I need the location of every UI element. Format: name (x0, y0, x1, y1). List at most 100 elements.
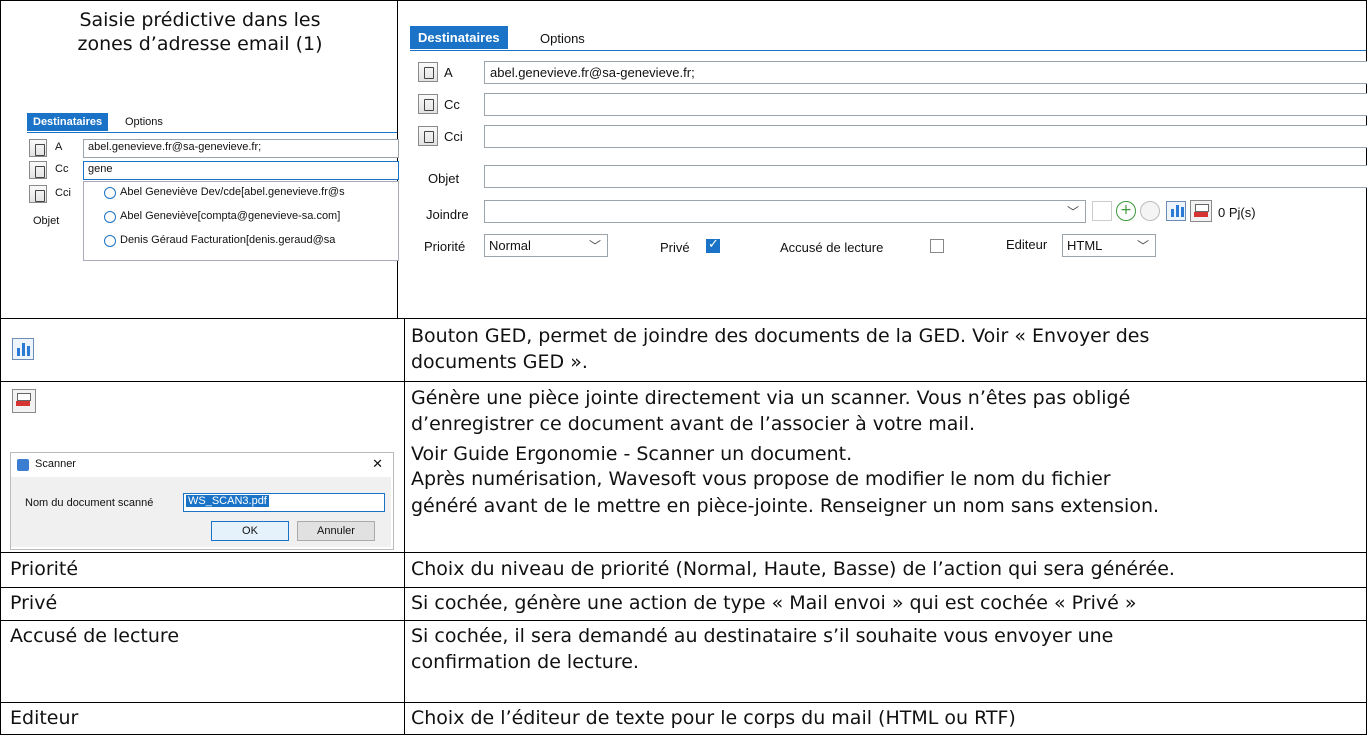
field-joindre[interactable]: ﹀ (484, 200, 1086, 223)
label-prive: Privé (660, 240, 690, 255)
suggestion-item[interactable]: Abel Geneviève Dev/cde[abel.genevieve.fr… (104, 185, 398, 203)
label-cci: Cci (444, 129, 463, 144)
ged-desc-line2: documents GED ». (411, 351, 588, 373)
tab-options-small[interactable]: Options (125, 116, 163, 128)
field-a-small-value: abel.genevieve.fr@sa-genevieve.fr; (88, 141, 262, 153)
label-cci-small: Cci (55, 187, 71, 199)
label-objet-small: Objet (33, 215, 60, 227)
ged-bar (1181, 207, 1184, 217)
checkbox-accuse[interactable] (930, 239, 944, 253)
row-desc-accuse-line2: confirmation de lecture. (411, 651, 639, 673)
row-label-accuse: Accusé de lecture (10, 625, 180, 647)
open-folder-icon[interactable] (1092, 201, 1112, 221)
dialog-field-label: Nom du document scanné (25, 497, 154, 509)
checkbox-prive[interactable] (706, 237, 720, 253)
scanner-icon[interactable] (1190, 200, 1212, 222)
scan-desc-line1: Génère une pièce jointe directement via … (411, 387, 1131, 409)
label-accuse: Accusé de lecture (780, 240, 884, 255)
row-desc-accuse-line1: Si cochée, il sera demandé au destinatai… (411, 625, 1114, 647)
tab-underline (27, 132, 397, 133)
contact-book-icon[interactable] (418, 62, 438, 82)
label-a: A (444, 65, 453, 80)
label-joindre: Joindre (426, 207, 469, 222)
ged-bar (1171, 209, 1174, 217)
scanner-icon (12, 389, 36, 413)
document-name-value: WS_SCAN3.pdf (186, 495, 269, 507)
remove-attachment-icon[interactable] (1140, 201, 1160, 221)
field-cc-small[interactable]: gene (83, 161, 399, 180)
grid-line (397, 0, 398, 318)
field-a-value: abel.genevieve.fr@sa-genevieve.fr; (490, 65, 695, 80)
select-editeur[interactable]: HTML ﹀ (1062, 234, 1156, 257)
grid-line (0, 0, 1367, 1)
big-form: Destinataires Options A abel.genevieve.f… (410, 20, 1367, 270)
ged-bar (17, 348, 20, 356)
label-objet: Objet (428, 171, 460, 186)
dialog-body: Nom du document scanné WS_SCAN3.pdf OK A… (11, 477, 391, 547)
pj-count: 0 Pj(s) (1218, 205, 1256, 220)
ged-desc-line1: Bouton GED, permet de joindre des docume… (411, 325, 1150, 347)
field-cci[interactable] (484, 125, 1367, 148)
field-cc[interactable] (484, 93, 1367, 116)
scan-desc-line3: Voir Guide Ergonomie - Scanner un docume… (411, 443, 853, 465)
ged-icon[interactable] (1166, 201, 1186, 221)
label-a-small: A (55, 141, 63, 153)
cell-title-line1: Saisie prédictive dans les (79, 9, 321, 31)
tab-destinataires[interactable]: Destinataires (410, 26, 508, 49)
contact-book-icon[interactable] (29, 139, 47, 157)
tab-options[interactable]: Options (540, 31, 585, 46)
priorite-value: Normal (489, 238, 531, 253)
row-desc-editeur: Choix de l’éditeur de texte pour le corp… (411, 707, 1016, 729)
grid-line (0, 0, 1, 735)
cancel-button[interactable]: Annuler (297, 521, 375, 541)
add-attachment-icon[interactable]: + (1116, 201, 1136, 221)
ok-button[interactable]: OK (211, 521, 289, 541)
row-label-editeur: Editeur (10, 707, 79, 729)
person-icon (104, 235, 116, 247)
grid-line (0, 702, 1367, 703)
ged-bar (1176, 205, 1179, 217)
chevron-down-icon: ﹀ (588, 239, 601, 253)
scan-desc-line5: généré avant de le mettre en pièce-joint… (411, 495, 1160, 517)
document-name-input[interactable]: WS_SCAN3.pdf (183, 493, 385, 512)
suggestion-text: Abel Geneviève Dev/cde[abel.genevieve.fr… (120, 186, 345, 198)
ged-icon (12, 338, 34, 360)
row-label-priorite: Priorité (10, 558, 79, 580)
field-cc-small-value: gene (88, 163, 113, 175)
person-icon (104, 187, 116, 199)
suggestion-text: Denis Géraud Facturation[denis.geraud@sa (120, 234, 336, 246)
label-cc: Cc (444, 97, 460, 112)
scan-desc-line2: d’enregistrer ce document avant de l’ass… (411, 413, 975, 435)
field-objet[interactable] (484, 165, 1367, 188)
label-cc-small: Cc (55, 163, 69, 175)
field-a-small[interactable]: abel.genevieve.fr@sa-genevieve.fr; (83, 139, 399, 158)
chevron-down-icon[interactable]: ﹀ (1067, 203, 1079, 220)
tab-destinataires-small[interactable]: Destinataires (27, 113, 109, 131)
suggestion-item[interactable]: Denis Géraud Facturation[denis.geraud@sa (104, 233, 398, 251)
ged-bar (22, 343, 25, 356)
label-editeur: Editeur (1006, 237, 1048, 252)
grid-line (0, 381, 1367, 382)
contact-book-icon[interactable] (29, 185, 47, 203)
row-label-prive: Privé (10, 592, 58, 614)
scan-desc-line4: Après numérisation, Wavesoft vous propos… (411, 468, 1111, 490)
tab-underline (410, 50, 1366, 51)
scanner-dialog: Scanner ✕ Nom du document scanné WS_SCAN… (10, 452, 394, 550)
grid-line (404, 318, 405, 735)
label-priorite: Priorité (424, 239, 466, 254)
dialog-title: Scanner (35, 458, 76, 470)
suggestion-item[interactable]: Abel Geneviève[compta@genevieve-sa.com] (104, 209, 398, 227)
contact-book-icon[interactable] (418, 94, 438, 114)
suggestion-text: Abel Geneviève[compta@genevieve-sa.com] (120, 210, 341, 222)
contact-book-icon[interactable] (418, 126, 438, 146)
grid-line (0, 318, 1367, 319)
editeur-value: HTML (1067, 238, 1103, 253)
app-icon (17, 459, 29, 471)
contact-book-icon[interactable] (29, 161, 47, 179)
grid-line (0, 552, 1367, 553)
close-icon[interactable]: ✕ (372, 456, 383, 472)
select-priorite[interactable]: Normal ﹀ (484, 234, 608, 257)
chevron-down-icon: ﹀ (1136, 239, 1149, 253)
field-a[interactable]: abel.genevieve.fr@sa-genevieve.fr; (484, 61, 1367, 84)
ged-bar (27, 346, 30, 356)
